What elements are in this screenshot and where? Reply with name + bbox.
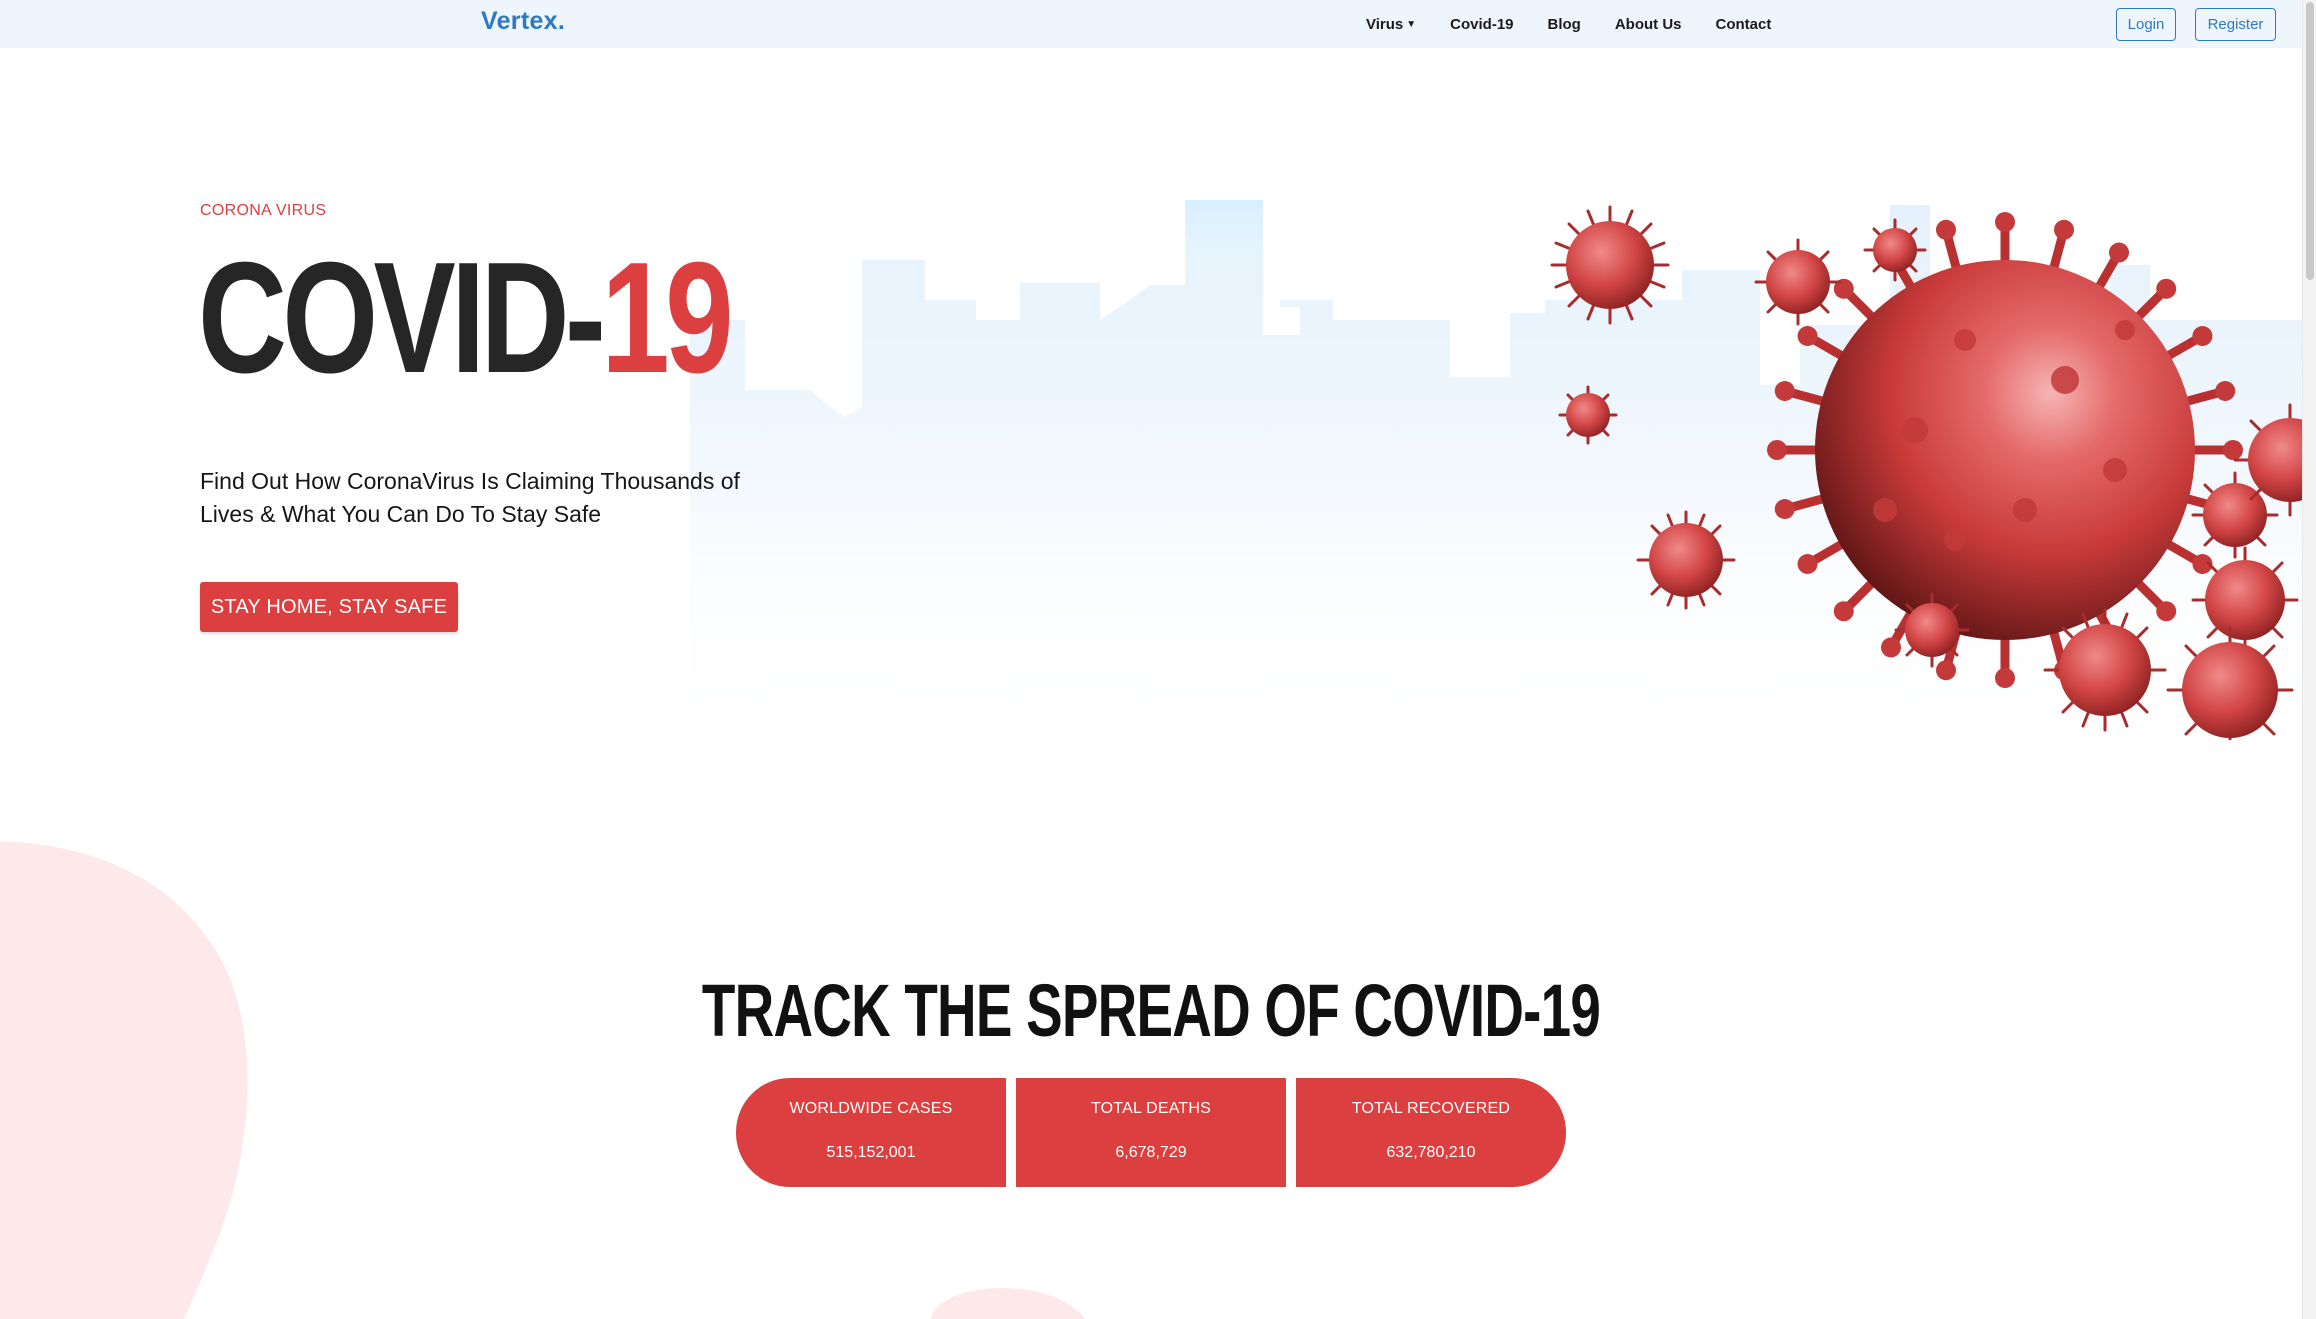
register-button[interactable]: Register xyxy=(2195,8,2276,41)
nav-item-virus[interactable]: Virus ▼ xyxy=(1366,16,1416,33)
nav-item-virus-label: Virus xyxy=(1366,15,1404,33)
nav-item-contact[interactable]: Contact xyxy=(1716,16,1772,33)
stat-value: 632,780,210 xyxy=(1386,1144,1476,1161)
stat-value: 515,152,001 xyxy=(826,1144,916,1161)
stat-card-total-deaths: TOTAL DEATHS 6,678,729 xyxy=(1016,1078,1286,1187)
main-menu: Virus ▼ Covid-19 Blog About Us Contact xyxy=(1366,0,1805,48)
pink-blob-bottom xyxy=(930,1288,1086,1319)
stats-row: WORLDWIDE CASES 515,152,001 TOTAL DEATHS… xyxy=(736,1078,1566,1187)
nav-item-about-us[interactable]: About Us xyxy=(1615,16,1682,33)
page-scrollbar[interactable] xyxy=(2302,0,2316,1319)
login-button[interactable]: Login xyxy=(2116,8,2176,41)
virus-illustration xyxy=(1550,205,2302,740)
caret-down-icon: ▼ xyxy=(1406,18,1417,30)
stay-home-button[interactable]: STAY HOME, STAY SAFE xyxy=(200,582,458,632)
hero-subtitle: Find Out How CoronaVirus Is Claiming Tho… xyxy=(200,468,740,527)
hero-title-accent: 19 xyxy=(601,230,733,406)
hero-eyebrow: CORONA VIRUS xyxy=(200,202,327,219)
stat-value: 6,678,729 xyxy=(1115,1144,1187,1161)
track-section-title: TRACK THE SPREAD OF COVID-19 xyxy=(701,969,1601,1052)
stat-label: WORLDWIDE CASES xyxy=(789,1100,953,1117)
pink-blob-left xyxy=(0,841,248,1319)
stat-label: TOTAL RECOVERED xyxy=(1351,1100,1511,1117)
top-navbar: Vertex. Virus ▼ Covid-19 Blog About Us C… xyxy=(0,0,2302,48)
hero-title-main: COVID- xyxy=(198,230,606,406)
hero-title: COVID-19 xyxy=(198,230,734,406)
brand-logo[interactable]: Vertex. xyxy=(481,7,565,36)
stat-label: TOTAL DEATHS xyxy=(1090,1100,1212,1117)
nav-item-covid19[interactable]: Covid-19 xyxy=(1450,16,1513,33)
scrollbar-thumb[interactable] xyxy=(2306,2,2314,280)
stat-card-total-recovered: TOTAL RECOVERED 632,780,210 xyxy=(1296,1078,1566,1187)
nav-item-blog[interactable]: Blog xyxy=(1548,16,1581,33)
stat-card-worldwide-cases: WORLDWIDE CASES 515,152,001 xyxy=(736,1078,1006,1187)
